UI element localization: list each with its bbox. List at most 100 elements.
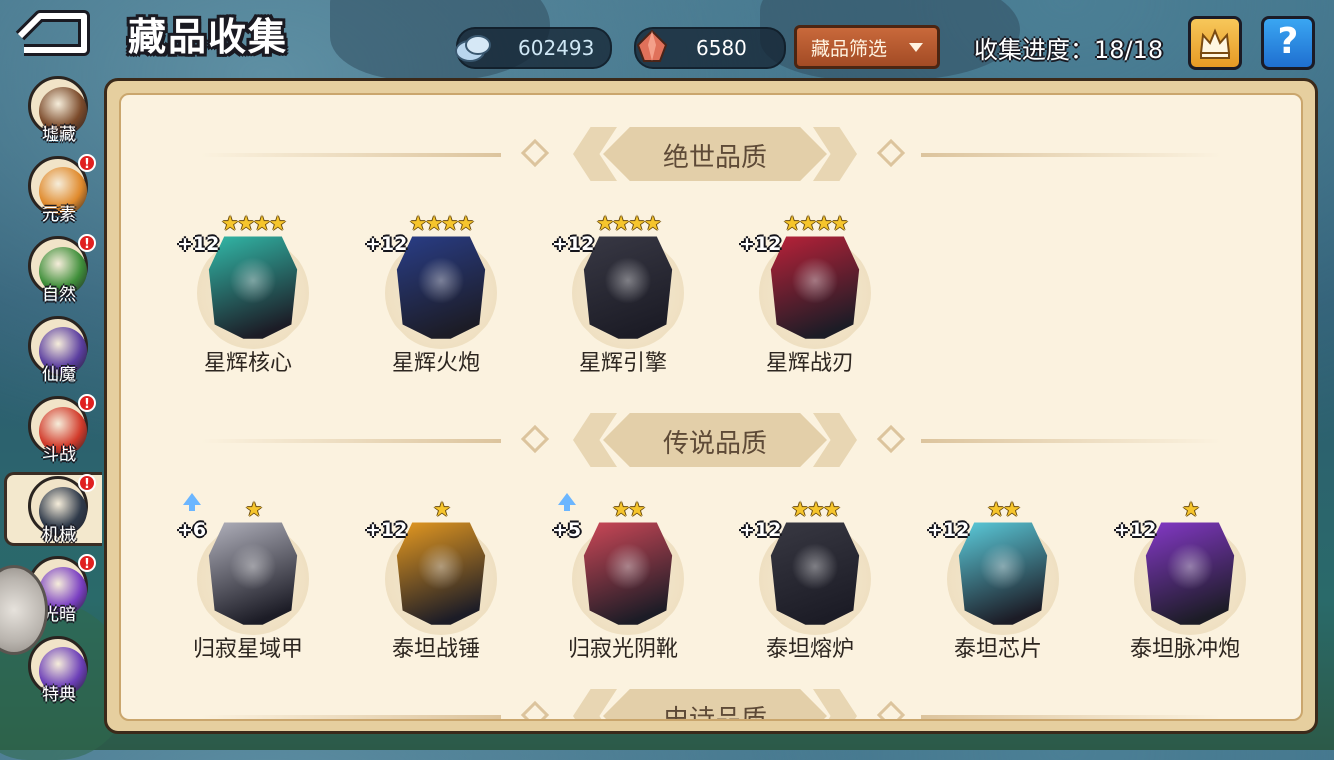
upgrade-arrow-icon xyxy=(183,493,201,511)
collection-item[interactable]: ★★ +5 归寂光阴靴 xyxy=(552,493,688,669)
crown-icon xyxy=(1199,28,1231,59)
section-header: 绝世品质 xyxy=(121,125,1301,185)
diamond-ornament xyxy=(876,700,906,719)
alert-badge: ! xyxy=(78,394,96,412)
sidebar-item[interactable]: 斗战! xyxy=(26,394,96,466)
back-button[interactable] xyxy=(14,10,94,56)
star-rating: ★★ xyxy=(987,497,1021,521)
enhance-level: +12 xyxy=(927,519,970,541)
collection-item[interactable]: ★★★ +12 泰坦熔炉 xyxy=(739,497,875,669)
section-header: 传说品质 xyxy=(121,411,1301,471)
collection-progress: 收集进度：18/18 xyxy=(974,36,1164,64)
crystal-icon xyxy=(455,35,491,62)
page-title: 藏品收集 xyxy=(128,15,289,59)
item-artwork-icon xyxy=(1145,522,1235,625)
collection-panel: 绝世品质 ★★★★ +12 星辉核心 ★★★★ +12 星辉火炮 ★★★★ +12 星辉引擎 ★★★… xyxy=(104,78,1318,734)
diamond-ornament xyxy=(520,700,550,719)
enhance-level: +12 xyxy=(177,233,220,255)
sidebar-item[interactable]: 机械! xyxy=(26,474,96,546)
collection-item[interactable]: ★ +12 泰坦战锤 xyxy=(365,497,501,669)
divider-line xyxy=(201,439,501,443)
sidebar-item[interactable]: 特典 xyxy=(26,634,94,706)
section-title: 绝世品质 xyxy=(662,143,767,173)
star-rating: ★★★★ xyxy=(221,211,287,235)
section-title: 传说品质 xyxy=(662,429,767,459)
crown-button[interactable] xyxy=(1188,16,1242,70)
diamond-ornament xyxy=(876,424,906,454)
section-title: 史诗品质 xyxy=(662,705,767,721)
divider-line xyxy=(921,715,1221,719)
crystal-counter: 602493 xyxy=(455,27,612,69)
item-name: 泰坦脉冲炮 xyxy=(1129,637,1240,662)
enhance-level: +12 xyxy=(739,233,782,255)
enhance-level: +12 xyxy=(365,519,408,541)
item-name: 泰坦熔炉 xyxy=(765,637,854,662)
enhance-level: +12 xyxy=(552,233,595,255)
item-artwork-icon xyxy=(208,522,298,625)
item-artwork-icon xyxy=(396,522,486,625)
collection-scroll-area[interactable]: 绝世品质 ★★★★ +12 星辉核心 ★★★★ +12 星辉火炮 ★★★★ +12 星辉引擎 ★★★… xyxy=(119,93,1303,721)
item-artwork-icon xyxy=(583,236,673,339)
sidebar-item-label: 自然 xyxy=(42,285,76,305)
star-rating: ★ xyxy=(433,497,451,521)
item-artwork-icon xyxy=(208,236,298,339)
item-artwork-icon xyxy=(770,236,860,339)
item-artwork-icon xyxy=(583,522,673,625)
enhance-level: +12 xyxy=(1114,519,1157,541)
star-rating: ★★★★ xyxy=(409,211,475,235)
collection-item[interactable]: ★★ +12 泰坦芯片 xyxy=(927,497,1063,669)
divider-line xyxy=(921,153,1221,157)
collection-item[interactable]: ★★★★ +12 星辉引擎 xyxy=(552,211,688,383)
sidebar-item-label: 特典 xyxy=(42,685,76,705)
alert-badge: ! xyxy=(78,474,96,492)
divider-line xyxy=(201,153,501,157)
enhance-level: +6 xyxy=(177,519,207,541)
chevron-down-icon xyxy=(909,43,923,52)
enhance-level: +12 xyxy=(739,519,782,541)
sidebar-item[interactable]: 自然! xyxy=(26,234,96,306)
collection-item[interactable]: ★ +6 归寂星域甲 xyxy=(177,493,313,669)
item-name: 归寂星域甲 xyxy=(192,637,303,662)
sidebar-item-label: 元素 xyxy=(42,205,76,225)
divider-line xyxy=(201,715,501,719)
item-name: 泰坦战锤 xyxy=(391,637,480,662)
item-name: 泰坦芯片 xyxy=(953,637,1042,662)
collection-filter-dropdown[interactable]: 藏品筛选 xyxy=(794,25,940,69)
item-artwork-icon xyxy=(958,522,1048,625)
star-rating: ★ xyxy=(245,497,263,521)
collection-item[interactable]: ★★★★ +12 星辉战刃 xyxy=(739,211,875,383)
sidebar-item-label: 仙魔 xyxy=(42,365,76,385)
sidebar-item[interactable]: 仙魔 xyxy=(26,314,94,386)
enhance-level: +5 xyxy=(552,519,582,541)
help-button[interactable]: ? xyxy=(1261,16,1315,70)
alert-badge: ! xyxy=(78,154,96,172)
diamond-ornament xyxy=(520,424,550,454)
star-rating: ★★★★ xyxy=(596,211,662,235)
filter-label: 藏品筛选 xyxy=(811,37,888,60)
section-header: 史诗品质 xyxy=(121,687,1301,721)
item-artwork-icon xyxy=(396,236,486,339)
upgrade-arrow-icon xyxy=(558,493,576,511)
sidebar-item[interactable]: 墟藏 xyxy=(26,74,94,146)
collection-item[interactable]: ★★★★ +12 星辉核心 xyxy=(177,211,313,383)
sidebar-item-label: 机械 xyxy=(42,525,76,545)
item-name: 星辉火炮 xyxy=(391,351,480,376)
enhance-level: +12 xyxy=(365,233,408,255)
item-name: 星辉战刃 xyxy=(765,351,854,376)
item-name: 归寂光阴靴 xyxy=(567,637,678,662)
collection-item[interactable]: ★★★★ +12 星辉火炮 xyxy=(365,211,501,383)
sidebar-item[interactable]: 元素! xyxy=(26,154,96,226)
gem-value: 6580 xyxy=(696,36,747,60)
gem-counter: 6580 xyxy=(634,27,786,69)
sidebar-item-label: 斗战 xyxy=(42,445,76,465)
item-artwork-icon xyxy=(770,522,860,625)
star-rating: ★ xyxy=(1182,497,1200,521)
collection-item[interactable]: ★ +12 泰坦脉冲炮 xyxy=(1114,497,1250,669)
item-name: 星辉核心 xyxy=(203,351,292,376)
alert-badge: ! xyxy=(78,234,96,252)
item-name: 星辉引擎 xyxy=(578,351,667,376)
question-mark-icon: ? xyxy=(1277,21,1299,62)
star-rating: ★★★★ xyxy=(783,211,849,235)
star-rating: ★★★ xyxy=(791,497,841,521)
alert-badge: ! xyxy=(78,554,96,572)
